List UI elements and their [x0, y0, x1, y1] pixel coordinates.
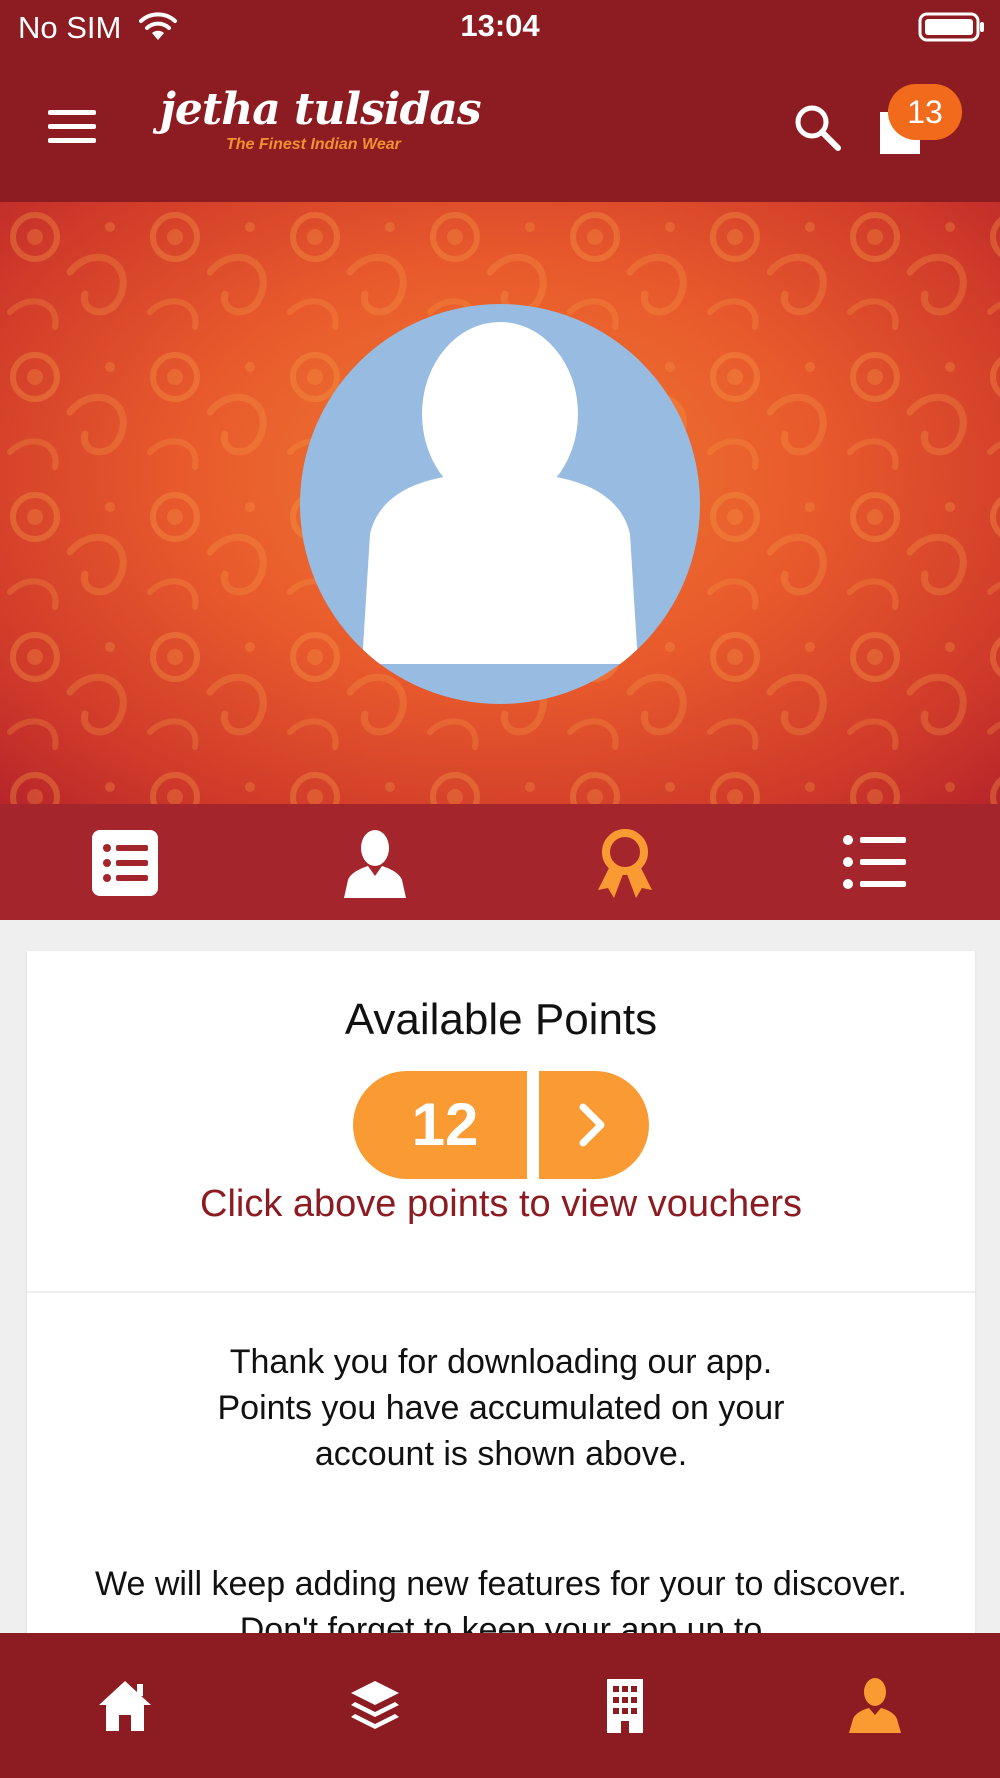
tab-menu-list[interactable]: [750, 804, 1000, 920]
status-bar: No SIM 13:04: [0, 0, 1000, 56]
points-value[interactable]: 12: [353, 1071, 527, 1179]
order-list-icon: [92, 830, 158, 896]
points-button[interactable]: 12: [353, 1071, 649, 1179]
status-time: 13:04: [460, 8, 540, 43]
brand-logo[interactable]: jetha tulsidas The Finest Indian Wear: [160, 84, 482, 176]
building-icon: [607, 1679, 643, 1733]
divider: [27, 1291, 975, 1293]
brand-name: jetha tulsidas: [160, 84, 482, 135]
search-icon[interactable]: [788, 98, 848, 158]
menu-icon[interactable]: [40, 98, 104, 154]
thanks-message: Thank you for downloading our app. Point…: [217, 1343, 785, 1473]
user-silhouette-icon: [362, 322, 638, 664]
home-icon: [99, 1681, 151, 1731]
view-vouchers-hint[interactable]: Click above points to view vouchers: [27, 1183, 975, 1226]
profile-tab-bar: [0, 804, 1000, 920]
nav-home[interactable]: [0, 1633, 250, 1778]
user-icon: [344, 830, 406, 898]
bottom-nav: [0, 1633, 1000, 1778]
tab-rewards[interactable]: [500, 804, 750, 920]
nav-account[interactable]: [750, 1633, 1000, 1778]
points-title: Available Points: [344, 995, 658, 1044]
app-screen: No SIM 13:04 jetha tulsidas The Finest I…: [0, 0, 1000, 1778]
user-icon: [849, 1678, 901, 1733]
tab-profile[interactable]: [250, 804, 500, 920]
award-ribbon-icon: [598, 829, 652, 898]
app-header: jetha tulsidas The Finest Indian Wear 13: [0, 56, 1000, 202]
bulleted-list-icon: [843, 835, 906, 889]
cart-count-badge[interactable]: 13: [888, 84, 962, 140]
tab-orders[interactable]: [0, 804, 250, 920]
nav-stores[interactable]: [500, 1633, 750, 1778]
profile-banner: [0, 202, 1000, 804]
chevron-right-icon: [579, 1103, 605, 1147]
points-card: Available Points 12 Click above points t…: [27, 951, 975, 1651]
avatar[interactable]: [300, 304, 700, 704]
view-vouchers-button[interactable]: [539, 1071, 649, 1179]
layers-icon: [351, 1681, 399, 1729]
brand-tagline: The Finest Indian Wear: [226, 136, 401, 153]
nav-categories[interactable]: [250, 1633, 500, 1778]
battery-icon: [918, 12, 986, 47]
